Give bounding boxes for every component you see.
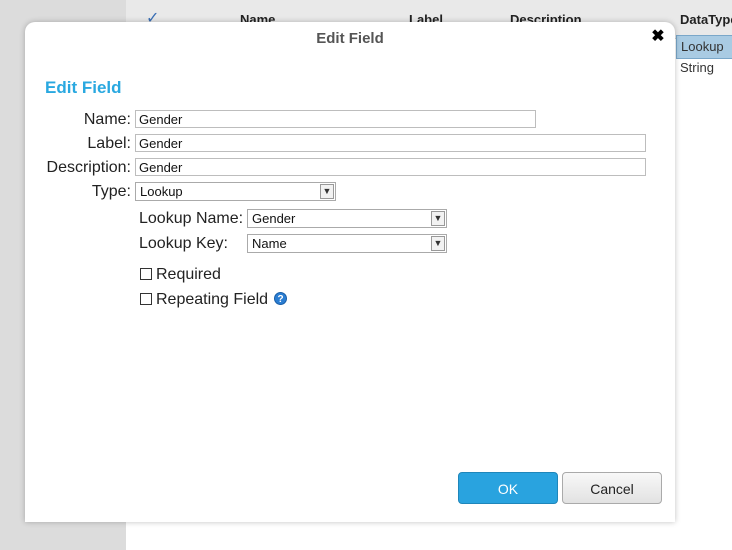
- dialog-title: Edit Field: [316, 30, 384, 47]
- repeating-field-checkbox[interactable]: [140, 293, 152, 305]
- lookup-name-select[interactable]: Gender ▼: [247, 209, 447, 228]
- repeating-field-label: Repeating Field: [156, 291, 269, 308]
- lookup-key-select[interactable]: Name ▼: [247, 234, 447, 253]
- edit-field-dialog: Edit Field ✖ Edit Field Name: Gender Lab…: [25, 22, 675, 522]
- chevron-down-icon[interactable]: ▼: [431, 236, 445, 251]
- lookup-name-value: Gender: [252, 211, 296, 226]
- description-label: Description:: [46, 159, 131, 176]
- lookup-key-label: Lookup Key:: [139, 235, 228, 252]
- required-checkbox[interactable]: [140, 268, 152, 280]
- label-label: Label:: [87, 135, 131, 152]
- name-label: Name:: [83, 111, 131, 128]
- section-heading: Edit Field: [45, 78, 122, 97]
- label-input[interactable]: Gender: [135, 134, 646, 152]
- chevron-down-icon[interactable]: ▼: [320, 184, 334, 199]
- column-header-datatype[interactable]: DataType: [680, 12, 732, 27]
- datatype-cell[interactable]: Lookup: [676, 35, 732, 59]
- help-icon[interactable]: ?: [274, 292, 287, 305]
- type-label: Type:: [91, 183, 131, 200]
- close-icon[interactable]: ✖: [649, 28, 667, 46]
- type-select-value: Lookup: [140, 184, 183, 199]
- lookup-key-value: Name: [252, 236, 287, 251]
- description-input[interactable]: Gender: [135, 158, 646, 176]
- name-input[interactable]: Gender: [135, 110, 536, 128]
- ok-button[interactable]: OK: [458, 472, 558, 504]
- chevron-down-icon[interactable]: ▼: [431, 211, 445, 226]
- cancel-button[interactable]: Cancel: [562, 472, 662, 504]
- datatype-cell[interactable]: String: [676, 57, 732, 79]
- type-select[interactable]: Lookup ▼: [135, 182, 336, 201]
- lookup-name-label: Lookup Name:: [139, 210, 244, 227]
- required-label: Required: [156, 266, 221, 283]
